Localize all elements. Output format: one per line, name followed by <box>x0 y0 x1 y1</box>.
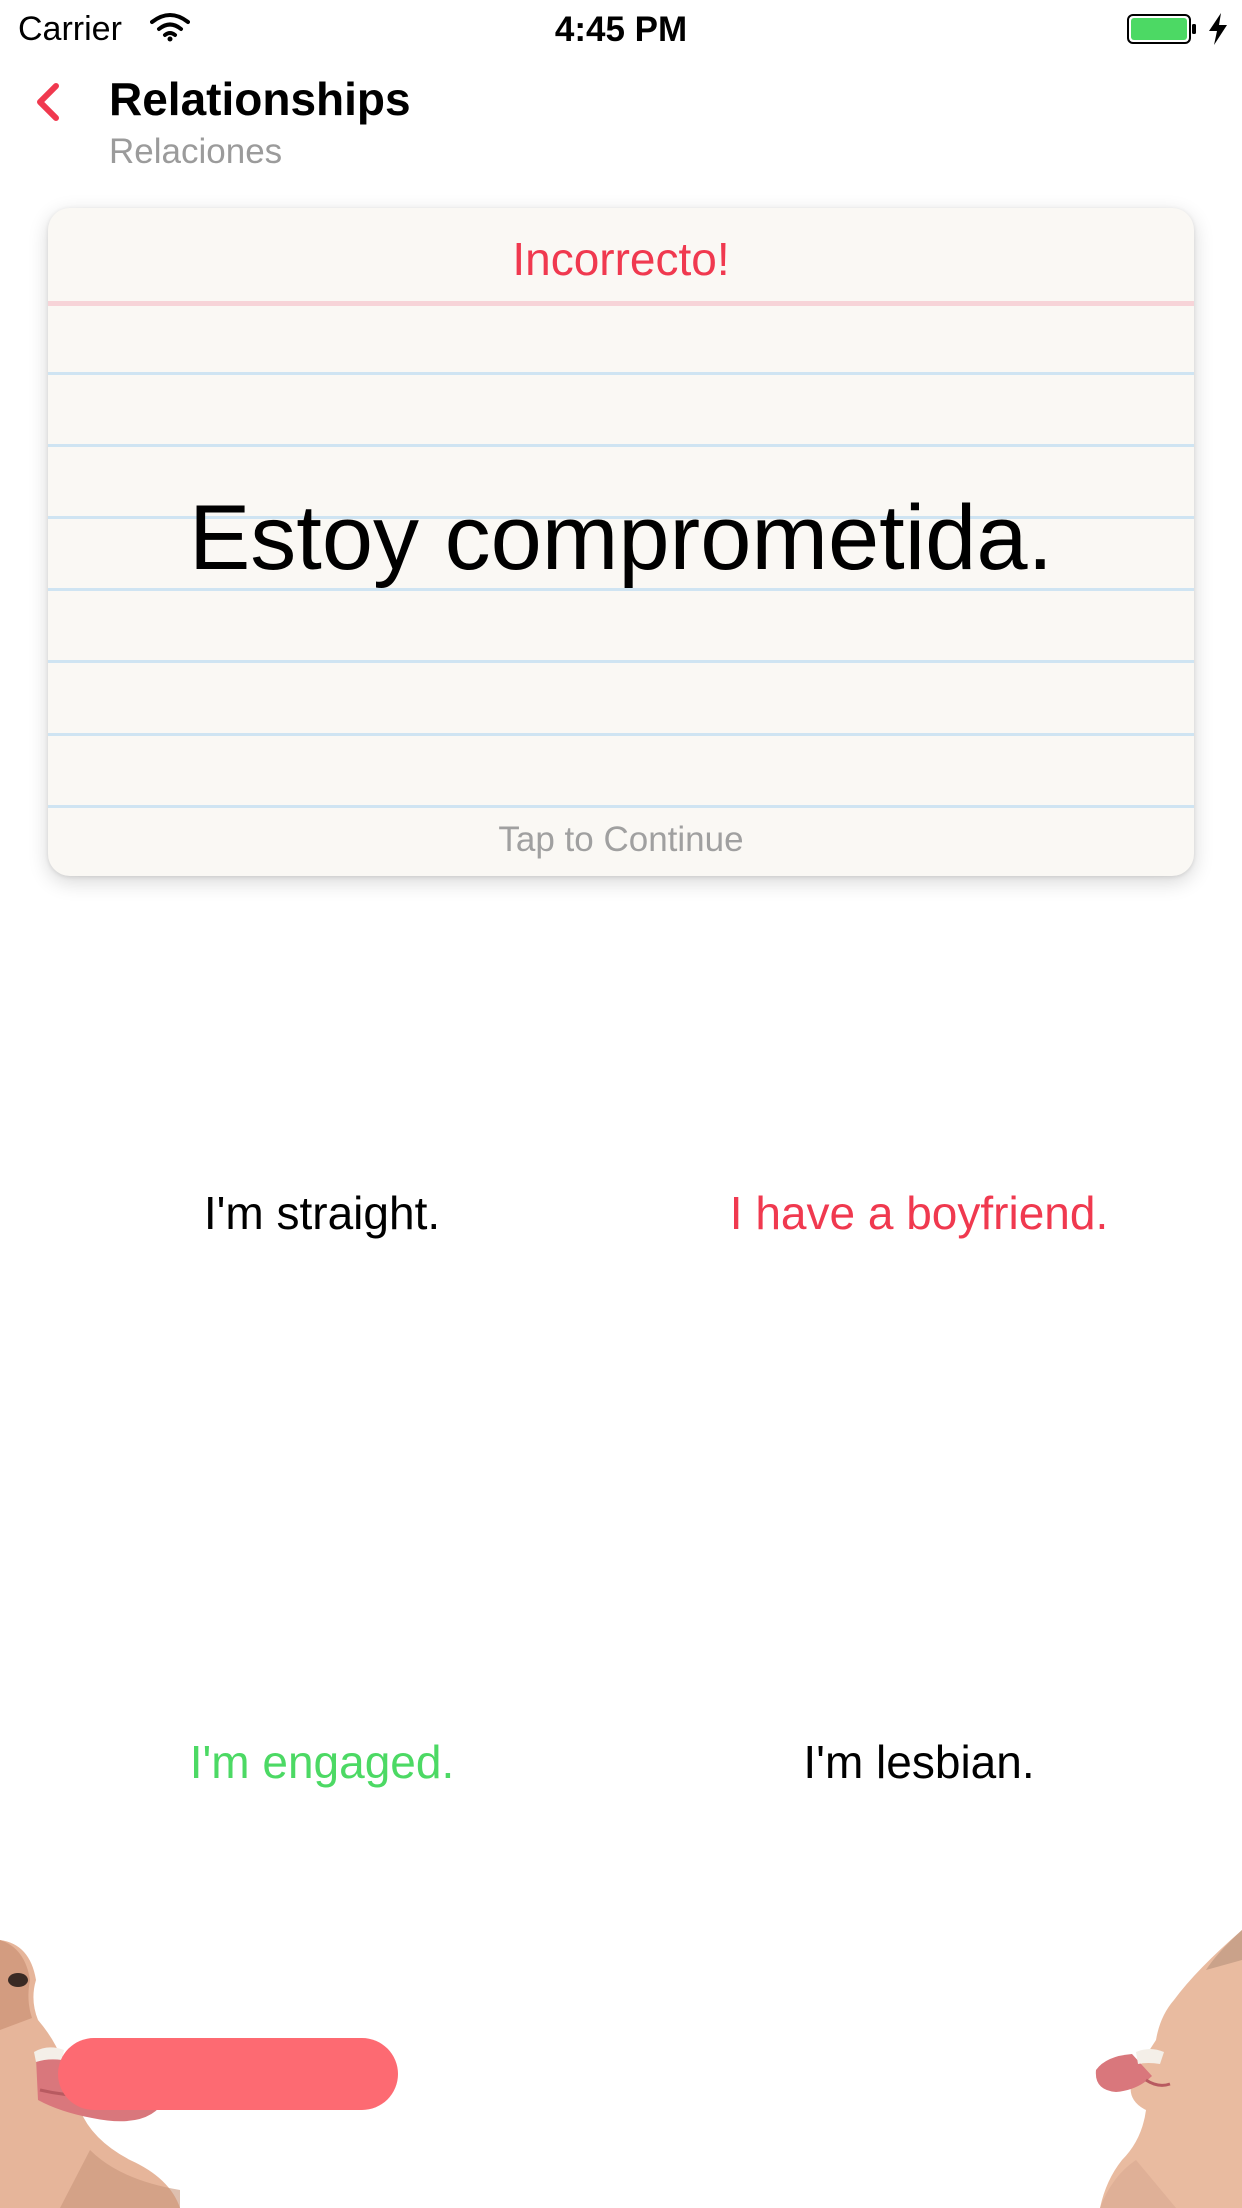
ruled-line <box>48 660 1194 663</box>
status-time: 4:45 PM <box>554 10 688 49</box>
battery-icon <box>1127 14 1196 44</box>
result-label: Incorrecto! <box>512 233 730 285</box>
progress-bar <box>58 2038 398 2110</box>
answer-option[interactable]: I have a boyfriend. <box>639 1186 1199 1240</box>
answer-option[interactable]: I'm lesbian. <box>639 1735 1199 1789</box>
page-subtitle: Relaciones <box>109 132 283 171</box>
flashcard-header: Incorrecto! <box>48 208 1194 302</box>
ruled-line <box>48 444 1194 447</box>
ruled-line <box>48 805 1194 808</box>
back-chevron-icon[interactable] <box>28 80 72 124</box>
ruled-line <box>48 733 1194 736</box>
margin-line <box>48 301 1194 306</box>
charging-bolt-icon <box>1209 13 1227 45</box>
answer-option[interactable]: I'm engaged. <box>42 1735 602 1789</box>
flashcard-phrase: Estoy comprometida. <box>188 487 1054 589</box>
page-title: Relationships <box>109 73 411 125</box>
quiz-screen: Carrier 4:45 PM Relationships Relaciones… <box>0 0 1242 2208</box>
ruled-line <box>48 372 1194 375</box>
flashcard[interactable]: Incorrecto! Estoy comprometida. Tap to C… <box>48 208 1194 876</box>
tap-to-continue-hint: Tap to Continue <box>498 820 744 859</box>
answer-option[interactable]: I'm straight. <box>42 1186 602 1240</box>
status-bar: Carrier 4:45 PM <box>0 0 1242 60</box>
face-tongue-right-illustration <box>1095 1930 1242 2208</box>
